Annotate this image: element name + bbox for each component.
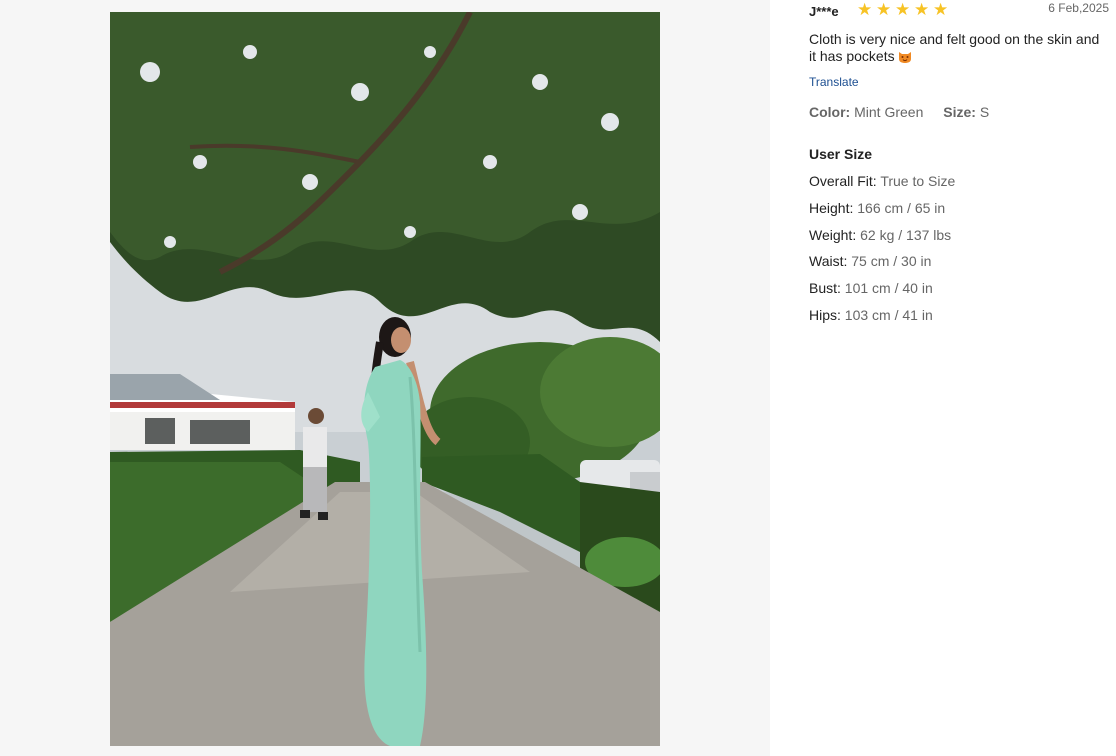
size-row-bust: Bust: 101 cm / 40 in: [809, 280, 955, 307]
star-icon: ★: [895, 0, 911, 19]
size-value: 101 cm / 40 in: [844, 280, 933, 297]
size-row-weight: Weight: 62 kg / 137 lbs: [809, 227, 955, 254]
size-value: 103 cm / 41 in: [844, 306, 933, 323]
size-label: Weight:: [809, 226, 857, 243]
color-value: Mint Green: [854, 104, 924, 120]
photo-viewer: [0, 0, 770, 756]
smiling-cat-emoji-icon: [898, 52, 911, 63]
size-value: 62 kg / 137 lbs: [860, 226, 952, 243]
product-attributes: Color: Mint Green Size: S: [809, 104, 989, 120]
size-label: Waist:: [809, 253, 848, 270]
review-photo[interactable]: [110, 12, 660, 746]
size-row-overall-fit: Overall Fit: True to Size: [809, 173, 955, 200]
review-date: 6 Feb,2025: [1048, 1, 1109, 15]
color-label: Color:: [809, 104, 851, 120]
size-label: Overall Fit:: [809, 173, 877, 189]
size-row-height: Height: 166 cm / 65 in: [809, 200, 955, 227]
star-icon: ★: [914, 0, 930, 19]
reviewer-name: J***e: [809, 4, 839, 19]
translate-link[interactable]: Translate: [809, 75, 859, 89]
star-icon: ★: [857, 0, 873, 19]
size-row-hips: Hips: 103 cm / 41 in: [809, 307, 955, 334]
size-label: Size:: [943, 104, 976, 120]
size-value: S: [979, 104, 990, 120]
size-value: 166 cm / 65 in: [857, 199, 946, 216]
size-value: 75 cm / 30 in: [851, 253, 932, 270]
size-label: Hips:: [809, 306, 841, 323]
user-size-list: Overall Fit: True to Size Height: 166 cm…: [809, 173, 955, 334]
size-row-waist: Waist: 75 cm / 30 in: [809, 253, 955, 280]
star-rating: ★ ★ ★ ★ ★: [857, 1, 950, 18]
star-icon: ★: [876, 0, 892, 19]
review-header: J***e ★ ★ ★ ★ ★ 6 Feb,2025: [809, 0, 1109, 22]
star-icon: ★: [933, 0, 949, 19]
size-label: Height:: [809, 199, 854, 216]
review-card: J***e ★ ★ ★ ★ ★ 6 Feb,2025 Cloth is very…: [809, 0, 1109, 323]
size-value: True to Size: [880, 173, 956, 189]
user-size-title: User Size: [809, 146, 873, 162]
review-text: Cloth is very nice and felt good on the …: [809, 31, 1109, 65]
review-body: Cloth is very nice and felt good on the …: [809, 31, 1100, 64]
size-label: Bust:: [809, 280, 841, 297]
